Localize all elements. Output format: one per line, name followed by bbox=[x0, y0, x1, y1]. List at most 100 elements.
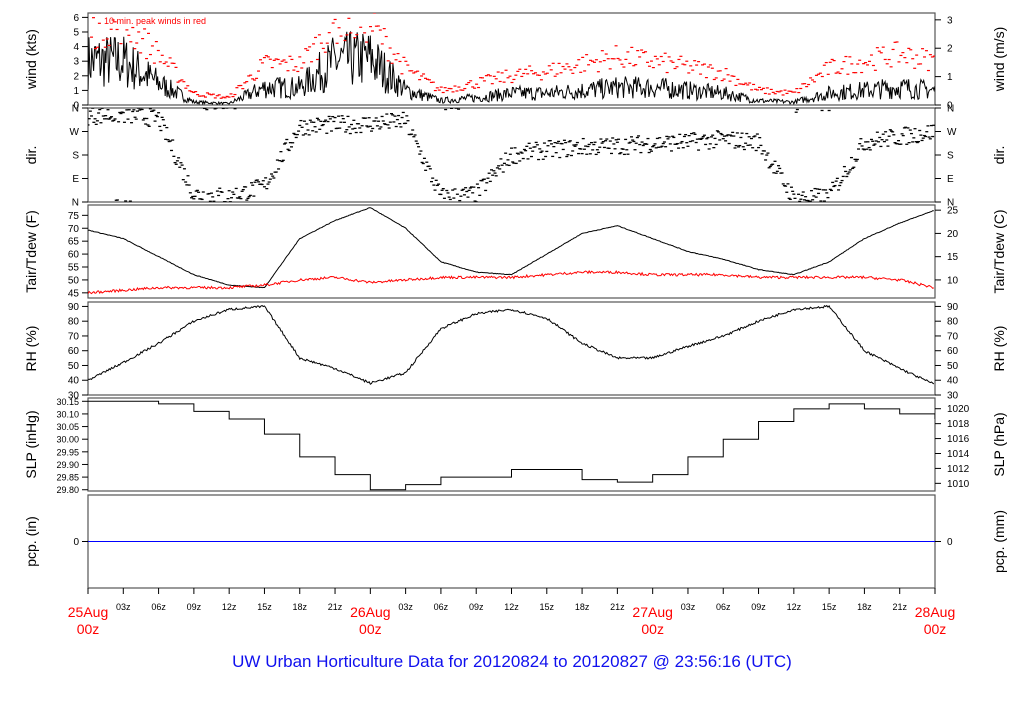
x-hour-label: 09z bbox=[751, 602, 766, 612]
y-tick-label-left: 29.95 bbox=[56, 447, 79, 457]
y-axis-label-left: RH (%) bbox=[23, 326, 39, 372]
y-tick-label-right: 20 bbox=[947, 229, 959, 240]
x-axis: 25Aug00z03z 06z 09z 12z 15z 18z 21z 26Aug00z03z… bbox=[68, 588, 955, 637]
plot-area-dir bbox=[88, 108, 935, 202]
y-axis-label-left: pcp. (in) bbox=[23, 516, 39, 567]
y-tick-label-right: 40 bbox=[947, 376, 959, 387]
plot-area-temp bbox=[88, 207, 935, 295]
y-axis-label-right: SLP (hPa) bbox=[991, 412, 1007, 476]
y-tick-label-right: 15 bbox=[947, 252, 959, 263]
y-tick-label-left: 29.80 bbox=[56, 485, 79, 495]
y-tick-label-left: W bbox=[70, 127, 80, 138]
y-tick-label-left: 0 bbox=[73, 537, 79, 548]
y-tick-label-right: 0 bbox=[947, 537, 953, 548]
y-tick-label-left: 75 bbox=[68, 211, 80, 222]
y-tick-label-right: 30 bbox=[947, 391, 959, 402]
y-axis-label-left: dir. bbox=[23, 146, 39, 165]
x-hour-label: 21z bbox=[610, 602, 625, 612]
x-hour-label: 15z bbox=[540, 602, 555, 612]
x-hour-label: 03z bbox=[398, 602, 413, 612]
y-tick-label-right: 1018 bbox=[947, 419, 970, 430]
y-tick-label-left: 6 bbox=[73, 13, 79, 24]
y-tick-label-right: E bbox=[947, 174, 954, 185]
y-axis-label-right: pcp. (mm) bbox=[991, 510, 1007, 573]
y-tick-label-left: 70 bbox=[68, 331, 80, 342]
y-tick-label-right: 1016 bbox=[947, 434, 970, 445]
x-hour-label: 15z bbox=[257, 602, 272, 612]
y-tick-label-right: 3 bbox=[947, 15, 953, 26]
y-tick-label-left: 50 bbox=[68, 361, 80, 372]
x-hour-label: 09z bbox=[187, 602, 202, 612]
x-hour-label: 12z bbox=[222, 602, 237, 612]
x-hour-label: 15z bbox=[822, 602, 837, 612]
y-tick-label-left: S bbox=[72, 151, 79, 162]
x-hour-label: 03z bbox=[116, 602, 131, 612]
y-tick-label-left: 60 bbox=[68, 346, 80, 357]
x-day-label: 27Aug bbox=[632, 604, 672, 620]
panel-wind: wind (kts) wind (m/s)0123456012310 min. p… bbox=[23, 12, 1007, 112]
y-tick-label-left: 80 bbox=[68, 317, 80, 328]
x-hour-label: 09z bbox=[469, 602, 484, 612]
panel-dir: dir. dir.NESWNNESWN bbox=[23, 104, 1007, 209]
y-tick-label-right: 2 bbox=[947, 44, 953, 55]
y-tick-label-right: 60 bbox=[947, 346, 959, 357]
x-hour-label: 06z bbox=[434, 602, 449, 612]
y-tick-label-left: 1 bbox=[73, 86, 79, 97]
y-tick-label-right: 80 bbox=[947, 317, 959, 328]
y-tick-label-left: N bbox=[72, 198, 79, 209]
plot-frame bbox=[87, 301, 936, 396]
y-tick-label-right: 50 bbox=[947, 361, 959, 372]
y-tick-label-left: 70 bbox=[68, 224, 80, 235]
y-tick-label-left: E bbox=[72, 174, 79, 185]
y-axis-label-right: Tair/Tdew (C) bbox=[991, 209, 1007, 293]
y-tick-label-left: 65 bbox=[68, 237, 80, 248]
x-day-label: 25Aug bbox=[68, 604, 108, 620]
x-hour-label: 06z bbox=[151, 602, 166, 612]
annotation: 10 min. peak winds in red bbox=[104, 16, 206, 26]
plot-frame bbox=[87, 204, 936, 299]
x-day-hour-label: 00z bbox=[641, 621, 664, 637]
y-tick-label-right: 1010 bbox=[947, 479, 970, 490]
y-axis-label-right: dir. bbox=[991, 146, 1007, 165]
panel-pcp: pcp. (in) pcp. (mm) 0 0 bbox=[23, 494, 1007, 589]
panel-rh: RH (%) RH (%)3040506070809030405060708090 bbox=[23, 301, 1007, 402]
y-tick-label-left: 50 bbox=[68, 275, 80, 286]
y-tick-label-right: 1 bbox=[947, 72, 953, 83]
y-tick-label-right: 10 bbox=[947, 275, 959, 286]
y-tick-label-left: 30.15 bbox=[56, 397, 79, 407]
x-hour-label: 12z bbox=[787, 602, 802, 612]
plot-area-wind bbox=[88, 13, 935, 105]
y-tick-label-right: 1020 bbox=[947, 404, 970, 415]
x-hour-label: 21z bbox=[328, 602, 343, 612]
x-hour-label: 21z bbox=[892, 602, 907, 612]
y-tick-label-left: 30.05 bbox=[56, 422, 79, 432]
y-tick-label-left: 60 bbox=[68, 250, 80, 261]
x-hour-label: 12z bbox=[504, 602, 519, 612]
x-hour-label: 18z bbox=[292, 602, 307, 612]
y-tick-label-right: 1012 bbox=[947, 464, 970, 475]
y-tick-label-right: S bbox=[947, 151, 954, 162]
x-hour-label: 18z bbox=[575, 602, 590, 612]
x-day-hour-label: 00z bbox=[359, 621, 382, 637]
y-axis-label-right: RH (%) bbox=[991, 326, 1007, 372]
y-tick-label-right: 25 bbox=[947, 206, 959, 217]
x-hour-label: 03z bbox=[681, 602, 696, 612]
series-rh bbox=[88, 304, 935, 385]
x-day-hour-label: 00z bbox=[924, 621, 947, 637]
y-tick-label-left: 30.00 bbox=[56, 435, 79, 445]
x-day-hour-label: 00z bbox=[77, 621, 100, 637]
y-axis-label-right: wind (m/s) bbox=[991, 27, 1007, 93]
panel-temp: Tair/Tdew (F) Tair/Tdew (C) 45 5055 60 65 70 75… bbox=[23, 204, 1007, 299]
y-tick-label-left: 55 bbox=[68, 263, 80, 274]
y-tick-label-left: N bbox=[72, 104, 79, 115]
series-slp bbox=[88, 400, 935, 491]
y-tick-label-left: 5 bbox=[73, 27, 79, 38]
y-tick-label-right: 1014 bbox=[947, 449, 970, 460]
y-tick-label-left: 45 bbox=[68, 288, 80, 299]
y-tick-label-left: 90 bbox=[68, 302, 80, 313]
y-tick-label-left: 4 bbox=[73, 42, 79, 53]
y-tick-label-left: 3 bbox=[73, 57, 79, 68]
plot-area-rh bbox=[88, 304, 935, 385]
y-tick-label-right: W bbox=[947, 127, 957, 138]
y-tick-label-left: 2 bbox=[73, 71, 79, 82]
